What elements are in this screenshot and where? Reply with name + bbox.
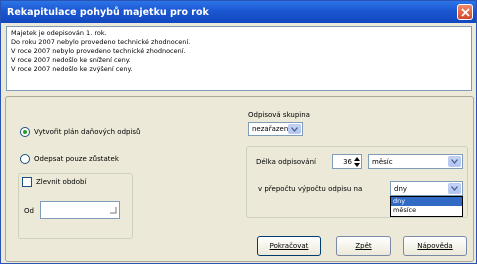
conversion-arrow[interactable] (448, 183, 461, 194)
period-checkbox[interactable] (22, 177, 32, 187)
duration-value: 36 (343, 158, 352, 166)
help-button-label: Nápověda (417, 242, 453, 250)
radio-remainder-label: Odepsat pouze zůstatek (34, 155, 119, 163)
conversion-dropdown-list: dny měsíce (390, 196, 463, 217)
conversion-option[interactable]: měsíce (391, 206, 462, 215)
duration-unit-select[interactable]: měsíc (368, 154, 463, 169)
chevron-down-icon (451, 159, 458, 164)
title-bar: Rekapitulace pohybů majetku pro rok (1, 1, 476, 23)
chevron-down-icon (451, 186, 458, 191)
group-select-value: nezařazeno (252, 125, 293, 133)
duration-unit-arrow[interactable] (448, 156, 461, 167)
back-button-label: Zpět (355, 242, 372, 250)
radio-remainder-option[interactable]: Odepsat pouze zůstatek (20, 154, 119, 164)
radio-plan-label: Vytvořit plán daňových odpisů (34, 128, 141, 136)
from-date-input[interactable] (40, 201, 120, 219)
close-button[interactable] (457, 4, 473, 20)
continue-button[interactable]: Pokračovat (257, 236, 321, 256)
period-checkbox-option[interactable]: Zlevnit období (22, 177, 86, 187)
info-line: Do roku 2007 nebylo provedeno technické … (11, 38, 191, 46)
group-select-arrow[interactable] (288, 124, 301, 134)
duration-unit-value: měsíc (372, 157, 393, 166)
duration-label: Délka odpisování (256, 158, 316, 166)
info-line: Majetek je odepisován 1. rok. (11, 29, 107, 37)
radio-plan-option[interactable]: Vytvořit plán daňových odpisů (20, 127, 141, 137)
conversion-value: dny (394, 184, 408, 193)
info-line: V roce 2007 nedošlo ke zvýšení ceny. (11, 65, 133, 73)
conversion-label: v přepočtu výpočtu odpisu na (258, 185, 363, 193)
back-button[interactable]: Zpět (336, 236, 391, 256)
dialog-window: Rekapitulace pohybů majetku pro rok Maje… (0, 0, 477, 264)
conversion-option[interactable]: dny (391, 197, 462, 206)
radio-remainder[interactable] (20, 154, 30, 164)
options-panel: Vytvořit plán daňových odpisů Odepsat po… (5, 96, 474, 262)
continue-button-label: Pokračovat (269, 242, 309, 250)
period-checkbox-label: Zlevnit období (36, 178, 87, 186)
info-line: V roce 2007 nedošlo ke snížení ceny. (11, 56, 131, 64)
info-line: V roce 2007 nebylo provedeno technické z… (11, 47, 186, 55)
conversion-select[interactable]: dny (390, 181, 463, 196)
group-select[interactable]: nezařazeno (248, 122, 303, 136)
spinner-arrows-icon[interactable] (354, 157, 360, 167)
info-text-box: Majetek je odepisován 1. rok. Do roku 20… (6, 26, 472, 91)
calendar-icon[interactable] (109, 206, 117, 214)
duration-spinner[interactable]: 36 (332, 154, 362, 169)
close-icon (460, 7, 470, 17)
radio-plan[interactable] (20, 127, 30, 137)
window-title: Rekapitulace pohybů majetku pro rok (7, 6, 209, 18)
group-label: Odpisová skupina (248, 111, 310, 119)
chevron-down-icon (291, 126, 298, 132)
help-button[interactable]: Nápověda (403, 236, 467, 256)
from-label: Od (24, 207, 34, 215)
